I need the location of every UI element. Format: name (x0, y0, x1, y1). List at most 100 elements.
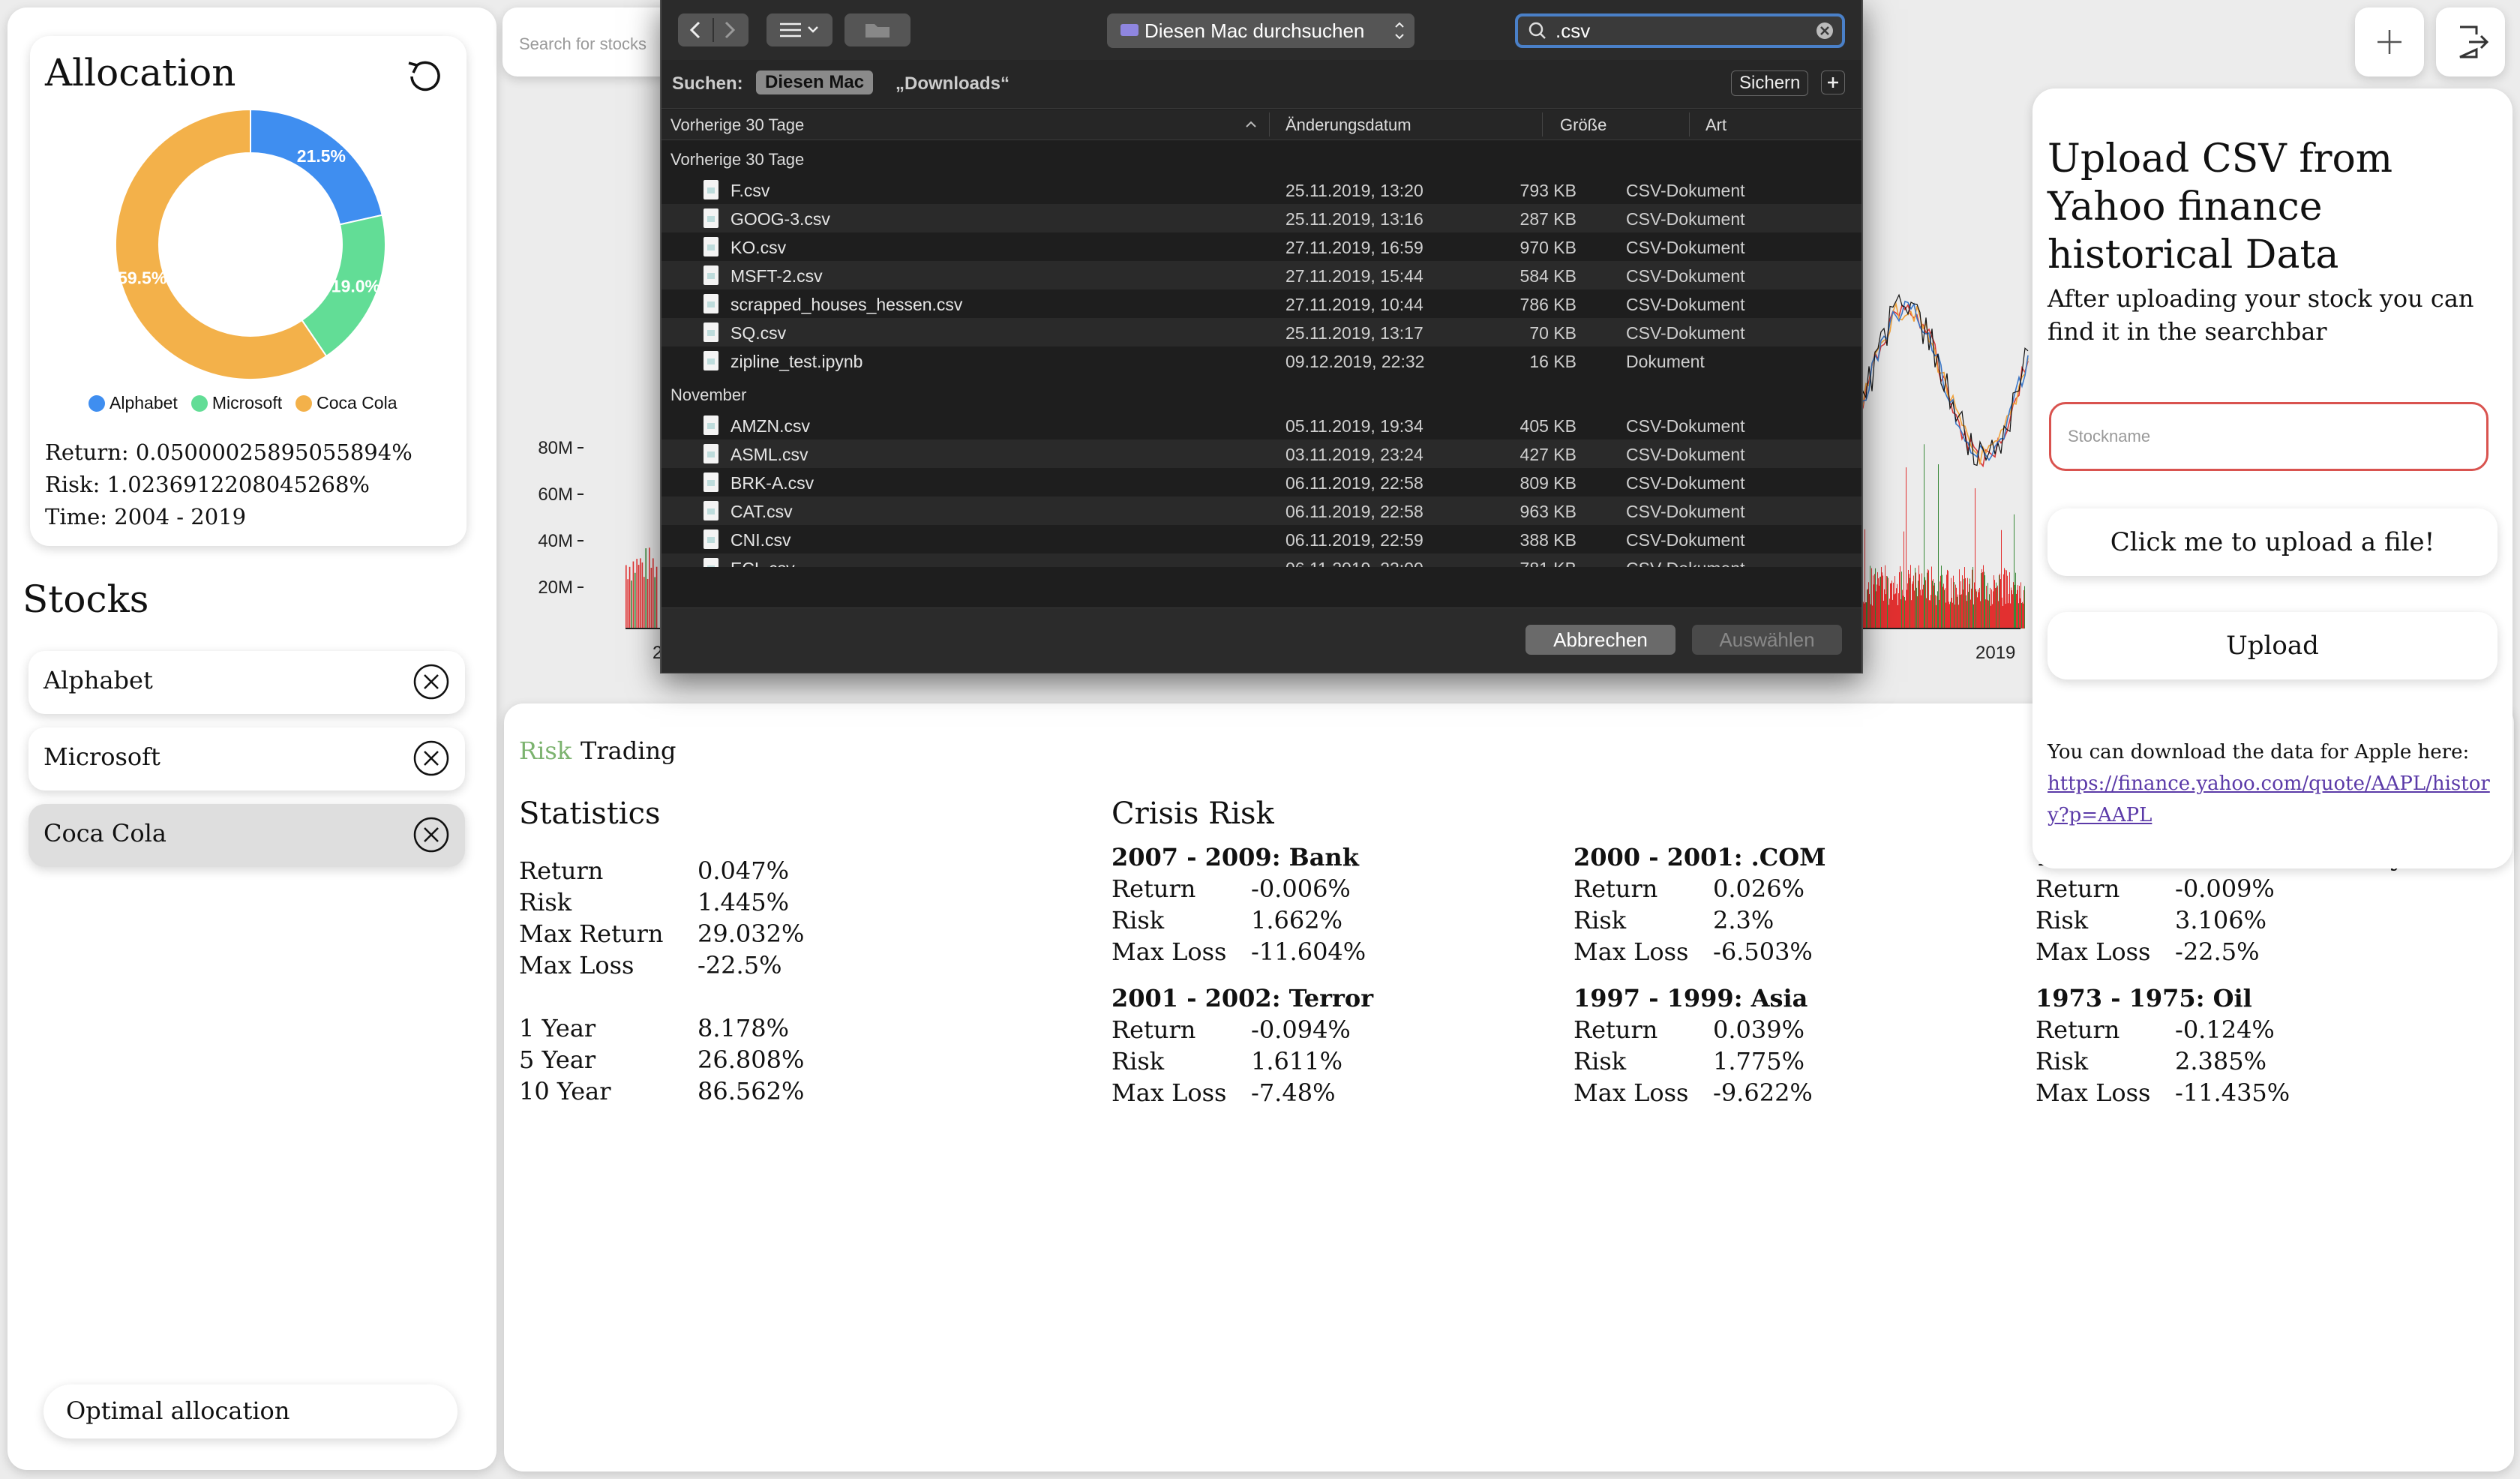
col-size[interactable]: Größe (1560, 116, 1606, 135)
volume-bar (1947, 569, 1948, 628)
donut-slice-alphabet[interactable] (250, 108, 383, 226)
crisis-value: -7.48% (1251, 1078, 1336, 1107)
file-row[interactable]: ASML.csv 03.11.2019, 23:24 427 KB CSV-Do… (662, 440, 1862, 468)
plus-icon (2378, 30, 2402, 54)
scope-downloads[interactable]: „Downloads“ (896, 74, 1010, 94)
legend-label: Alphabet (110, 393, 178, 412)
stockname-input[interactable] (2049, 402, 2488, 471)
refresh-icon[interactable] (401, 52, 449, 100)
col-type[interactable]: Art (1706, 116, 1726, 135)
volume-bar (1883, 600, 1884, 628)
stat-value: 0.047% (698, 856, 790, 885)
tab-trading[interactable]: Trading (580, 736, 676, 765)
volume-bar (1959, 569, 1960, 628)
remove-stock-icon[interactable] (412, 816, 450, 854)
volume-bar (634, 572, 636, 628)
save-search-label: Sichern (1739, 73, 1801, 93)
file-date: 06.11.2019, 22:58 (1286, 502, 1424, 521)
remove-stock-icon[interactable] (412, 740, 450, 777)
folder-icon (866, 24, 890, 38)
file-row[interactable]: BRK-A.csv 06.11.2019, 22:58 809 KB CSV-D… (662, 468, 1862, 496)
volume-bar (1998, 601, 1999, 628)
volume-bar (1908, 569, 1909, 628)
back-forward-buttons[interactable] (678, 14, 748, 46)
choose-file-button[interactable]: Click me to upload a file! (2048, 508, 2498, 576)
file-row[interactable]: CAT.csv 06.11.2019, 22:58 963 KB CSV-Dok… (662, 496, 1862, 525)
optimal-allocation-button[interactable]: Optimal allocation (44, 1384, 458, 1438)
choose-button[interactable]: Auswählen (1692, 625, 1842, 655)
volume-bar (1865, 602, 1866, 628)
volume-bars-right (1860, 444, 2025, 628)
clear-search-icon[interactable] (1810, 16, 1839, 45)
file-row[interactable]: AMZN.csv 05.11.2019, 19:34 405 KB CSV-Do… (662, 411, 1862, 440)
file-row[interactable]: zipline_test.ipynb 09.12.2019, 22:32 16 … (662, 346, 1862, 375)
remove-stock-icon[interactable] (412, 663, 450, 700)
cancel-button[interactable]: Abbrechen (1526, 625, 1676, 655)
volume-bar (1980, 601, 1981, 628)
volume-bar (1879, 585, 1880, 628)
tab-risk[interactable]: Risk (519, 736, 572, 765)
file-row[interactable]: MSFT-2.csv 27.11.2019, 15:44 584 KB CSV-… (662, 261, 1862, 290)
volume-bar (1972, 566, 1973, 628)
volume-bar (1903, 596, 1904, 628)
stock-item-alphabet[interactable]: Alphabet (28, 651, 465, 714)
col-name[interactable]: Vorherige 30 Tage (670, 116, 804, 135)
file-row[interactable]: F.csv 25.11.2019, 13:20 793 KB CSV-Dokum… (662, 176, 1862, 204)
volume-bar (2016, 593, 2017, 628)
save-search-button[interactable]: Sichern (1731, 70, 1809, 96)
volume-bar (1950, 602, 1951, 628)
location-label: Diesen Mac durchsuchen (1144, 20, 1365, 42)
volume-bar (654, 577, 656, 628)
choose-file-label: Click me to upload a file! (2110, 527, 2435, 557)
document-icon (704, 180, 718, 200)
scope-this-mac[interactable]: Diesen Mac (756, 70, 874, 94)
view-options-button[interactable] (766, 14, 832, 46)
stat-period-label: 5 Year (519, 1046, 596, 1074)
volume-bar (1889, 598, 1890, 628)
location-popup[interactable]: Diesen Mac durchsuchen (1107, 14, 1414, 48)
legend-dot (190, 394, 208, 412)
volume-bar (2023, 603, 2024, 628)
volume-bar (1991, 589, 1992, 628)
volume-bar (626, 565, 627, 628)
volume-bar (1983, 565, 1984, 628)
volume-bar (1867, 590, 1868, 628)
stock-item-microsoft[interactable]: Microsoft (28, 728, 465, 790)
crisis-label: Max Loss (1112, 938, 1227, 966)
add-criteria-button[interactable] (1821, 70, 1845, 94)
volume-bar (1923, 584, 1924, 628)
add-button[interactable] (2355, 8, 2424, 76)
document-icon (704, 501, 718, 520)
file-row[interactable]: ECL.csv 06.11.2019, 23:00 781 KB CSV-Dok… (662, 554, 1862, 567)
yahoo-finance-link[interactable]: https://finance.yahoo.com/quote/AAPL/his… (2048, 772, 2490, 826)
new-folder-button[interactable] (844, 14, 910, 46)
volume-bar (628, 566, 631, 628)
file-date: 09.12.2019, 22:32 (1286, 352, 1425, 371)
file-row[interactable]: GOOG-3.csv 25.11.2019, 13:16 287 KB CSV-… (662, 204, 1862, 232)
volume-bar (631, 580, 632, 628)
file-row[interactable]: KO.csv 27.11.2019, 16:59 970 KB CSV-Doku… (662, 232, 1862, 261)
logout-button[interactable] (2436, 8, 2505, 76)
dialog-search-field[interactable]: .csv (1515, 14, 1845, 48)
file-type: CSV-Dokument (1626, 323, 1745, 343)
legend-label: Microsoft (212, 393, 283, 412)
scope-downloads-label: „Downloads“ (896, 74, 1010, 94)
file-row[interactable]: SQ.csv 25.11.2019, 13:17 70 KB CSV-Dokum… (662, 318, 1862, 346)
stock-item-coca-cola[interactable]: Coca Cola (28, 804, 465, 867)
back-forward-icon (689, 18, 736, 42)
x-tick-2019: 2019 (1976, 643, 2015, 663)
dialog-footer: Abbrechen Auswählen (662, 608, 1862, 673)
volume-bar (1966, 601, 1967, 628)
volume-bar (1869, 594, 1870, 628)
legend-microsoft[interactable]: Microsoft (190, 393, 283, 413)
legend-alphabet[interactable]: Alphabet (88, 393, 178, 413)
volume-bar (1897, 584, 1898, 628)
sidebar: Allocation 21.5% 19.0% 59.5% Alphabet Micr… (8, 8, 496, 1470)
upload-button[interactable]: Upload (2048, 612, 2498, 680)
volume-bar (1982, 572, 1983, 628)
file-row[interactable]: CNI.csv 06.11.2019, 22:59 388 KB CSV-Dok… (662, 525, 1862, 554)
volume-bar (1943, 584, 1944, 628)
legend-coca-cola[interactable]: Coca Cola (296, 393, 398, 413)
file-row[interactable]: scrapped_houses_hessen.csv 27.11.2019, 1… (662, 290, 1862, 318)
col-date[interactable]: Änderungsdatum (1286, 116, 1412, 135)
